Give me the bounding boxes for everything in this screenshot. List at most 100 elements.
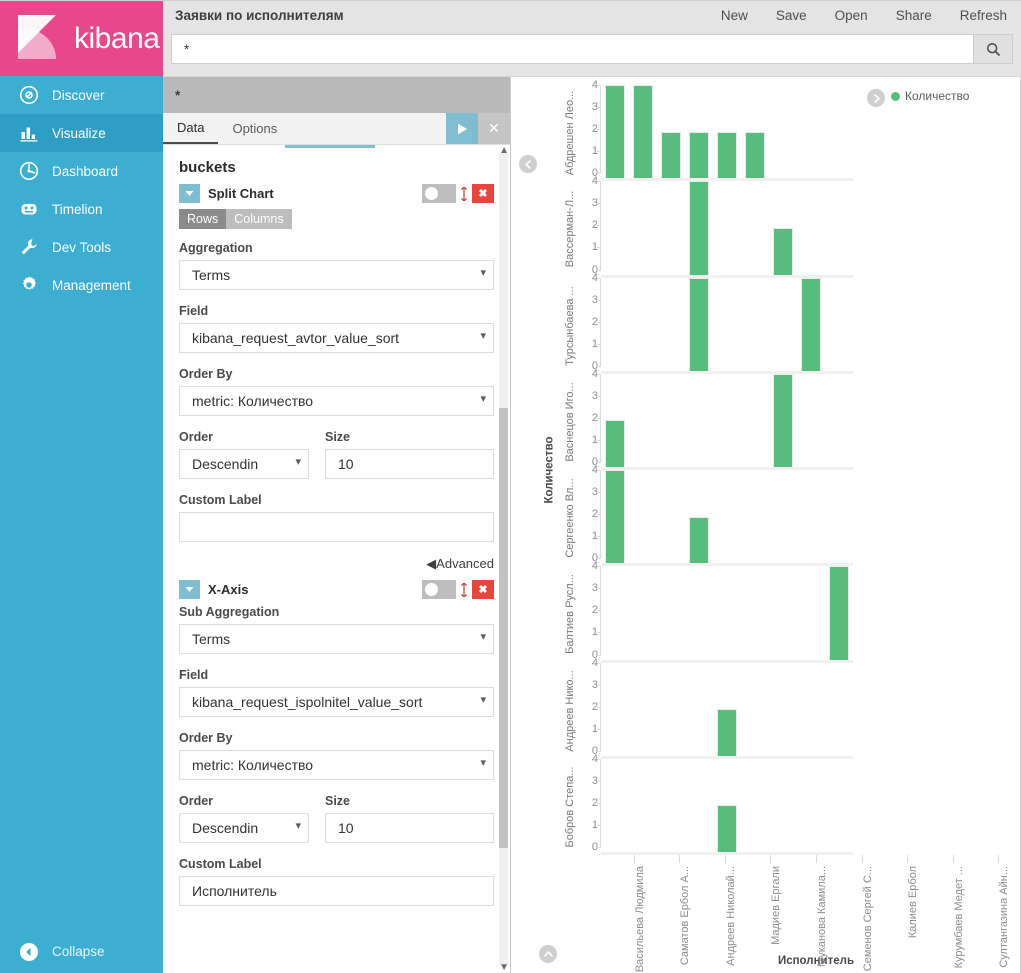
field-group-order-by-2: Order By <box>179 731 494 780</box>
custom-label-label: Custom Label <box>179 493 262 507</box>
kibana-app: kibana Discover Visualize Dashboard Time <box>0 0 1021 973</box>
discard-changes-button[interactable]: ✕ <box>478 113 510 144</box>
remove-bucket-button[interactable]: ✖ <box>472 184 494 203</box>
sidebar-item-timelion[interactable]: Timelion <box>0 190 163 228</box>
editor-scroll-region: buckets Split Chart ✖ Rows Columns Aggre… <box>163 145 510 973</box>
field-select[interactable] <box>179 323 494 353</box>
bucket-enable-toggle[interactable] <box>422 580 456 599</box>
sidebar-item-discover[interactable]: Discover <box>0 76 163 114</box>
y-axis: 01234 <box>581 79 601 181</box>
field-group-size: Size <box>325 430 494 479</box>
scroll-up-arrow[interactable]: ▲ <box>499 145 509 156</box>
tab-data[interactable]: Data <box>163 113 219 144</box>
bar[interactable] <box>744 131 766 179</box>
bar[interactable] <box>604 420 626 467</box>
bar[interactable] <box>716 709 738 756</box>
y-axis: 01234 <box>581 753 601 855</box>
bucket-drag-handle[interactable] <box>456 580 472 599</box>
field-select-2[interactable] <box>179 687 494 717</box>
aggregation-select[interactable] <box>179 260 494 290</box>
new-button[interactable]: New <box>707 1 762 31</box>
split-columns-option[interactable]: Columns <box>226 209 292 229</box>
plot-area <box>601 181 853 278</box>
legend-collapse-button[interactable] <box>867 89 885 107</box>
spy-panel-left-toggle[interactable] <box>519 155 537 173</box>
order-by-select[interactable] <box>179 386 494 416</box>
bar[interactable] <box>688 131 710 179</box>
app-body: Заявки по исполнителям New Save Open Sha… <box>163 0 1021 973</box>
remove-bucket-button[interactable]: ✖ <box>472 580 494 599</box>
bar[interactable] <box>660 131 682 179</box>
size-label: Size <box>325 430 351 444</box>
split-rows-option[interactable]: Rows <box>179 209 227 229</box>
chevron-down-icon <box>185 587 194 592</box>
y-axis: 01234 <box>581 175 601 277</box>
dashboard-icon <box>18 160 40 182</box>
custom-label-input[interactable] <box>179 512 494 542</box>
bar[interactable] <box>800 277 822 371</box>
buckets-section-title: buckets <box>179 159 236 176</box>
bar[interactable] <box>716 805 738 852</box>
save-button[interactable]: Save <box>762 1 821 31</box>
sidebar-item-management[interactable]: Management <box>0 266 163 304</box>
row-split-label: Васнецов Иго... <box>564 382 576 462</box>
scroll-down-arrow[interactable]: ▼ <box>499 962 509 973</box>
sidebar-item-label: Management <box>52 277 131 293</box>
search-button[interactable] <box>973 34 1013 64</box>
bar[interactable] <box>716 131 738 179</box>
size-input-2[interactable] <box>325 813 494 843</box>
custom-label-input-2[interactable] <box>179 876 494 906</box>
advanced-toggle[interactable]: ◀Advanced <box>179 556 494 572</box>
sidebar-item-dashboard[interactable]: Dashboard <box>0 152 163 190</box>
y-axis-title: Количество <box>541 85 559 855</box>
apply-changes-button[interactable] <box>446 113 478 144</box>
share-button[interactable]: Share <box>882 1 946 31</box>
bar[interactable] <box>772 227 794 275</box>
spy-panel-bottom-toggle[interactable] <box>539 945 557 963</box>
header-actions: New Save Open Share Refresh <box>707 1 1021 31</box>
sidebar-item-visualize[interactable]: Visualize <box>0 114 163 152</box>
bucket-enable-toggle[interactable] <box>422 184 456 203</box>
bar[interactable] <box>604 470 626 564</box>
chart-row: Бобров Степа... 0 1 2 3 4 <box>559 753 853 855</box>
legend-item-label: Количество <box>905 89 970 103</box>
field-select-wrap <box>179 323 494 353</box>
bucket-drag-handle[interactable] <box>456 184 472 203</box>
bar[interactable] <box>828 566 850 660</box>
order-by-select-2[interactable] <box>179 750 494 780</box>
order-select-2[interactable] <box>179 813 309 843</box>
bar[interactable] <box>688 516 710 564</box>
vis-editor-panel: * Data Options ✕ buckets Split Chart ✖ R… <box>163 77 511 973</box>
tab-options[interactable]: Options <box>218 113 291 144</box>
field-group-sub-aggregation: Sub Aggregation <box>179 605 494 654</box>
order-select-2-wrap <box>179 813 309 843</box>
refresh-button[interactable]: Refresh <box>946 1 1021 31</box>
chart-core: Количество Абдрешен Лео... 0 1 2 3 4 Вассерман… <box>511 79 861 855</box>
y-axis: 01234 <box>581 560 601 662</box>
sub-aggregation-select[interactable] <box>179 624 494 654</box>
bar[interactable] <box>688 277 710 371</box>
bar[interactable] <box>632 85 654 179</box>
editor-scrollbar-thumb[interactable] <box>499 408 508 848</box>
close-icon: ✕ <box>488 120 500 136</box>
bar[interactable] <box>688 181 710 275</box>
legend-item[interactable]: Количество <box>891 89 969 103</box>
chevron-down-icon <box>185 191 194 196</box>
bar[interactable] <box>772 373 794 467</box>
collapse-bucket-button[interactable] <box>179 580 200 599</box>
bar[interactable] <box>604 85 626 179</box>
open-button[interactable]: Open <box>821 1 882 31</box>
order-and-size-row: Order Size <box>179 430 494 479</box>
order-by-select-2-wrap <box>179 750 494 780</box>
kibana-logo[interactable]: kibana <box>0 0 163 76</box>
editor-scrollbar[interactable] <box>499 153 508 965</box>
collapse-bucket-button[interactable] <box>179 184 200 203</box>
sidebar-collapse-button[interactable]: Collapse <box>0 930 163 973</box>
search-input[interactable] <box>171 34 973 64</box>
sidebar-item-dev-tools[interactable]: Dev Tools <box>0 228 163 266</box>
gear-icon <box>18 274 40 296</box>
size-input[interactable] <box>325 449 494 479</box>
order-select[interactable] <box>179 449 309 479</box>
field-label: Field <box>179 304 209 318</box>
row-split-label: Абдрешен Лео... <box>564 90 576 176</box>
